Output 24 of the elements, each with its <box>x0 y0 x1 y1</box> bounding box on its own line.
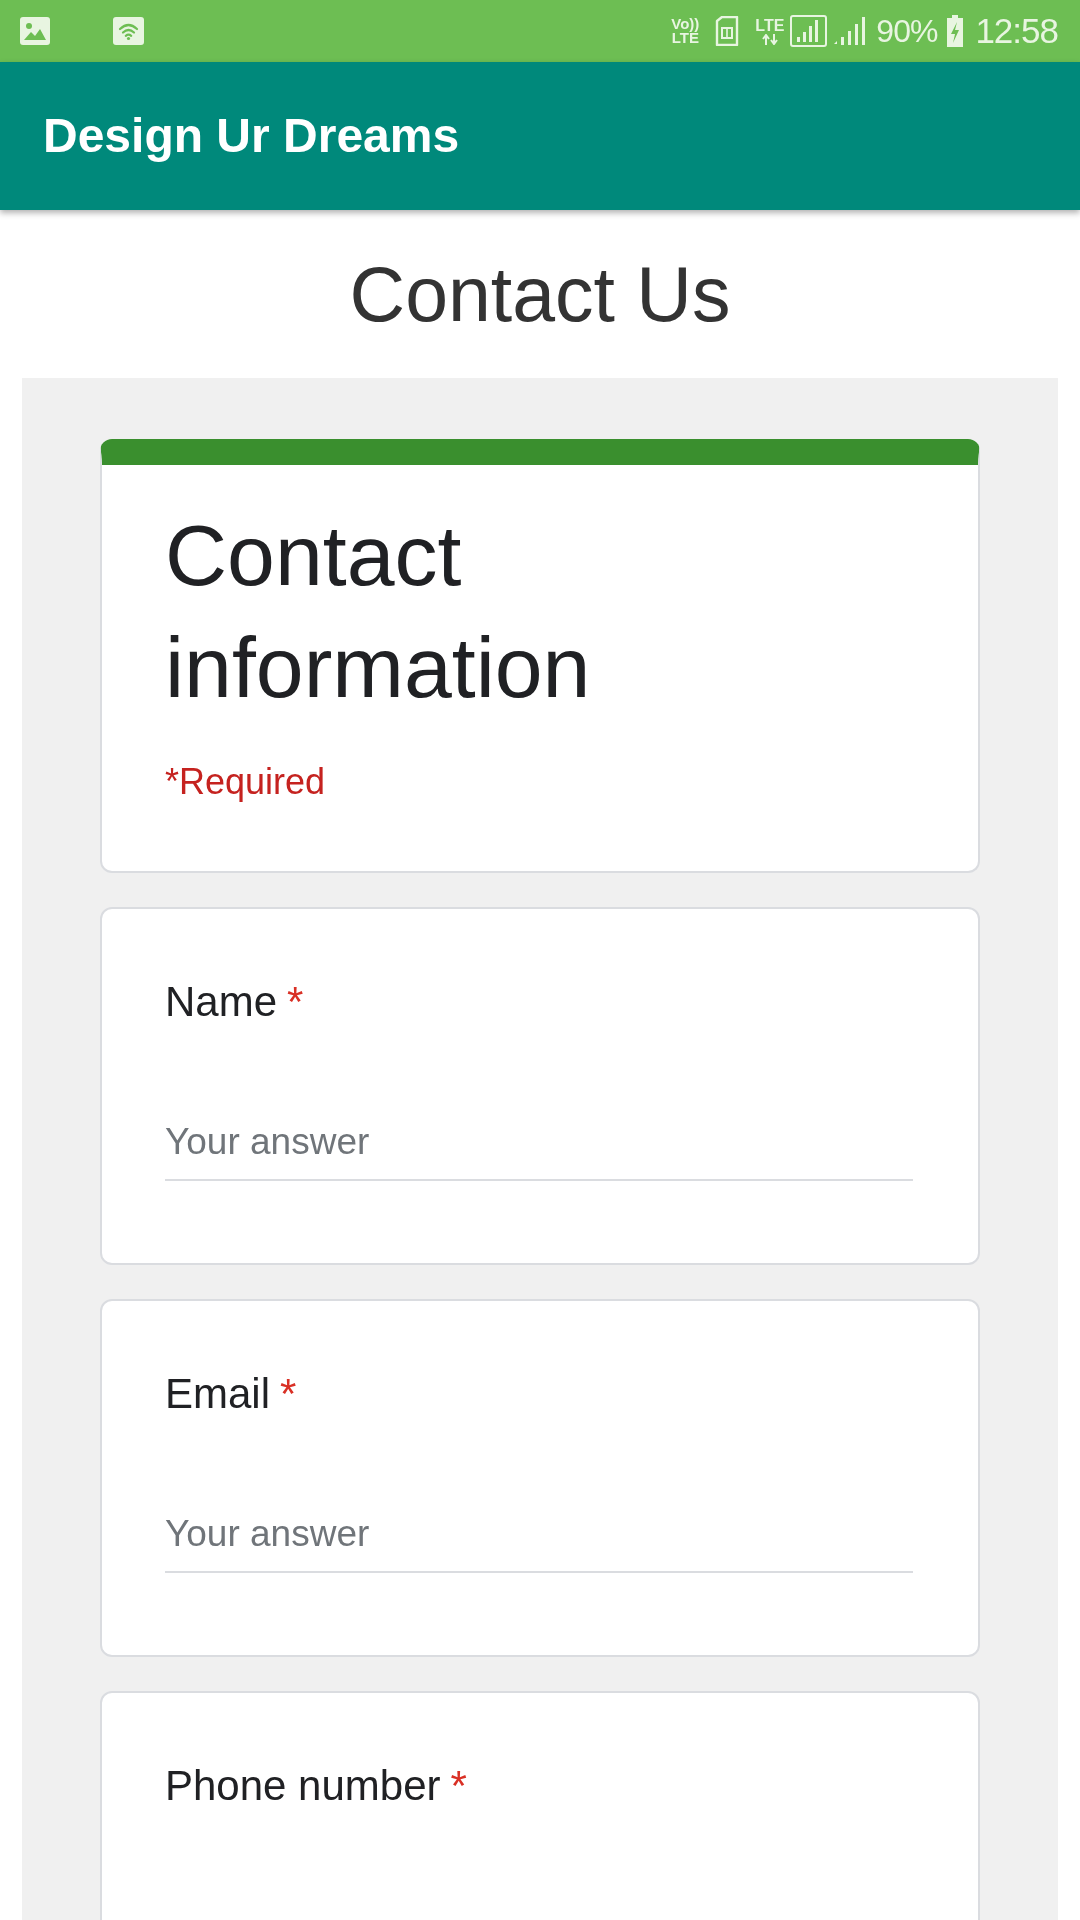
image-icon <box>20 17 50 45</box>
question-label: Phone number <box>165 1761 441 1811</box>
question-label: Email <box>165 1369 271 1419</box>
signal-bars-icon <box>790 15 828 47</box>
required-asterisk: * <box>287 977 304 1027</box>
question-label: Name <box>165 977 278 1027</box>
wifi-icon <box>113 17 144 45</box>
clock-time: 12:58 <box>975 11 1058 51</box>
data-arrows-icon <box>761 33 778 45</box>
app-title: Design Ur Dreams <box>43 108 460 164</box>
network-label: Vo)) <box>671 17 700 31</box>
page-title: Contact Us <box>349 250 731 339</box>
form-title: Contact information <box>165 506 592 717</box>
sim-card-icon <box>715 16 740 46</box>
signal-bars-icon <box>833 17 867 45</box>
battery-percent: 90% <box>876 12 938 50</box>
answer-field[interactable]: Your answer <box>165 1512 913 1573</box>
network-type-label: LTE <box>755 17 785 34</box>
required-note: *Required <box>165 760 326 804</box>
answer-field[interactable]: Your answer <box>165 1120 913 1181</box>
required-asterisk: * <box>280 1369 297 1419</box>
required-asterisk: * <box>450 1761 467 1811</box>
network-label: LTE <box>671 31 699 45</box>
battery-charging-icon <box>946 15 965 47</box>
